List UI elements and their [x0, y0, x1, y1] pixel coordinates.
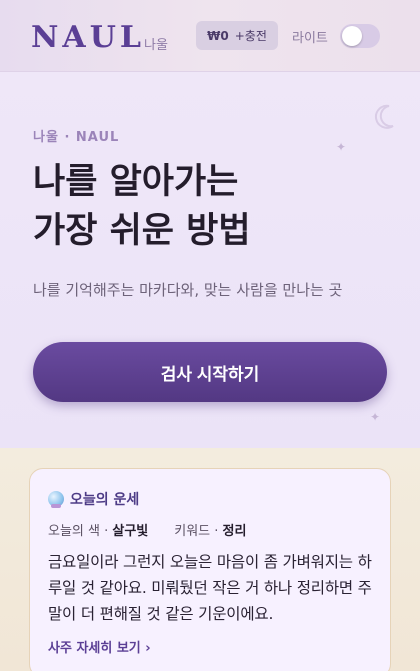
fortune-body: 금요일이라 그런지 오늘은 마음이 좀 가벼워지는 하루일 것 같아요. 미뤄뒀…: [48, 553, 372, 623]
keyword: 키워드 · 정리: [174, 520, 246, 539]
start-test-button[interactable]: 검사 시작하기: [33, 342, 387, 402]
saju-details-link[interactable]: 사주 자세히 보기 ›: [48, 637, 151, 656]
lucky-color-label: 오늘의 색 ·: [48, 524, 113, 539]
wallet-balance: ₩0: [207, 28, 229, 43]
logo[interactable]: NAUL: [31, 20, 145, 55]
lucky-color: 오늘의 색 · 살구빛: [48, 520, 148, 539]
hero-headline: 나를 알아가는 가장 쉬운 방법: [33, 158, 251, 256]
fortune-meta: 오늘의 색 · 살구빛 키워드 · 정리: [48, 520, 246, 539]
logo-subtitle: 나울: [144, 38, 168, 53]
hero-eyebrow: 나울 · NAUL: [33, 130, 120, 145]
headline-line-1: 나를 알아가는: [33, 162, 239, 202]
keyword-label: 키워드 ·: [174, 524, 223, 539]
app-header: NAUL 나울 ₩0 +충전 라이트: [0, 0, 420, 72]
lucky-color-value: 살구빛: [112, 524, 149, 539]
keyword-value: 정리: [222, 524, 247, 539]
theme-toggle[interactable]: [340, 24, 380, 48]
toggle-knob: [342, 26, 362, 46]
headline-line-2: 가장 쉬운 방법: [33, 211, 251, 251]
moon-icon: [374, 104, 394, 129]
fortune-card-title: 오늘의 운세: [48, 489, 139, 509]
sparkle-icon: ✦: [370, 410, 381, 424]
hero-tagline: 나를 기억해주는 마카다와, 맞는 사람을 만나는 곳: [33, 281, 343, 299]
fortune-title: 오늘의 운세: [70, 492, 140, 508]
charge-label: +충전: [234, 29, 267, 43]
crystal-ball-icon: [48, 491, 64, 508]
sparkle-icon: ✦: [336, 140, 347, 154]
wallet-charge-button[interactable]: ₩0 +충전: [196, 21, 278, 50]
theme-label: 라이트: [292, 31, 328, 46]
